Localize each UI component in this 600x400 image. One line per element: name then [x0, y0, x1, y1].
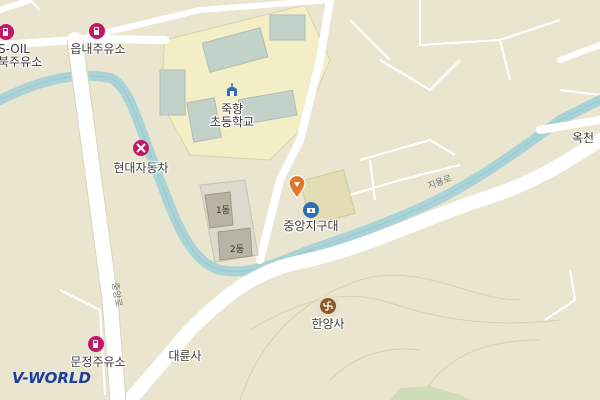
label-school: 죽향 초등학교	[209, 102, 255, 129]
police-icon[interactable]	[303, 202, 319, 218]
label-munjeong-station: 문정주유소	[70, 355, 126, 369]
school-icon[interactable]	[224, 82, 240, 98]
contour-lines	[239, 274, 561, 400]
building-2-label: 2동	[230, 245, 245, 255]
temple-icon[interactable]	[320, 298, 336, 314]
gas-station-icon[interactable]	[89, 23, 105, 39]
label-s-oil: S-OIL 북주유소	[0, 42, 43, 69]
label-central-district: 중앙지구대	[283, 219, 339, 233]
label-hyundai: 현대자동차	[113, 161, 169, 175]
forest-patch	[390, 386, 470, 400]
building-1-label: 1동	[216, 206, 231, 216]
gas-station-icon[interactable]	[88, 336, 104, 352]
label-daeyunsa: 대륜사	[168, 349, 202, 363]
map-view[interactable]: S-OIL 북주유소 읍내주유소 죽향 초등학교 현대자동차 1동 2동 중앙지…	[0, 0, 600, 400]
car-repair-icon[interactable]	[133, 140, 149, 156]
location-marker-icon[interactable]	[288, 174, 306, 199]
label-okcheon: 옥천	[572, 131, 595, 145]
label-eupnae-station: 읍내주유소	[70, 42, 126, 56]
label-hanyangsa: 한양사	[311, 317, 345, 331]
brand-logo: V-WORLD	[12, 369, 91, 387]
